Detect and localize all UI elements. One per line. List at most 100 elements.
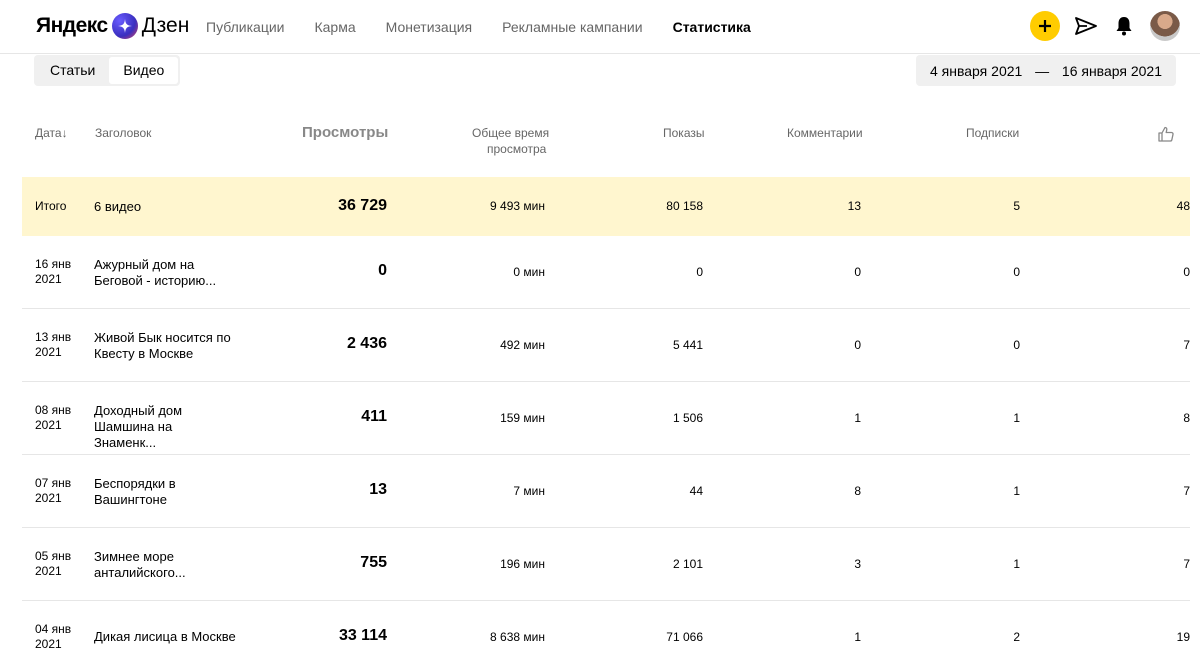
bell-icon [1116,17,1132,36]
row-shows: 0 [696,265,703,279]
row-watch-time: 159 мин [500,411,545,425]
row-date-year: 2021 [35,564,62,578]
row-date-day: 07 янв [35,476,72,490]
row-title[interactable]: Ажурный дом на Беговой - историю... [94,257,234,289]
total-likes: 48 [1176,199,1190,213]
total-title: 6 видео [94,199,142,214]
nav-ad-campaigns[interactable]: Рекламные кампании [502,19,642,35]
total-comments: 13 [847,199,861,213]
row-shows: 1 506 [672,411,703,425]
row-date-day: 05 янв [35,549,72,563]
row-views: 2 436 [346,335,387,352]
row-watch-time: 492 мин [500,338,545,352]
row-title-line2: Квесту в Москве [94,346,194,361]
row-subscriptions: 1 [1013,557,1020,571]
row-likes: 7 [1183,484,1190,498]
row-date-year: 2021 [35,491,62,505]
table-row[interactable]: 08 янв 2021 Доходный дом Шамшина на Знамен… [22,382,1190,455]
row-title[interactable]: Доходный дом Шамшина на Знаменк... [94,403,234,451]
column-header-subscriptions[interactable]: Подписки [966,126,1019,140]
table-row[interactable]: 05 янв 2021 Зимнее море анталийского... 75… [22,528,1190,601]
logo[interactable]: Яндекс Дзен [36,12,189,40]
row-title-line1: Доходный дом [94,403,183,418]
row-comments: 3 [854,557,861,571]
column-header-shows[interactable]: Показы [663,126,704,140]
column-header-views[interactable]: Просмотры [302,124,388,141]
row-views: 13 [369,481,387,498]
table-row[interactable]: 13 янв 2021 Живой Бык носится по Квесту в … [22,309,1190,382]
nav-publications[interactable]: Публикации [206,19,284,35]
row-date: 13 янв 2021 [35,330,71,360]
row-title[interactable]: Зимнее море анталийского... [94,549,234,581]
row-date-year: 2021 [35,637,62,651]
row-title-line1: Ажурный дом на [94,257,195,272]
row-subscriptions: 2 [1013,630,1020,644]
row-likes: 0 [1183,265,1190,279]
notifications-button[interactable] [1112,14,1136,38]
table-header: Дата↓ Заголовок Просмотры Общее время пр… [0,118,1200,168]
logo-zen-text: Дзен [141,14,190,37]
toggle-articles[interactable]: Статьи [36,57,109,84]
nav-monetization[interactable]: Монетизация [386,19,473,35]
column-header-title[interactable]: Заголовок [95,126,151,140]
row-shows: 44 [689,484,703,498]
row-watch-time: 0 мин [513,265,545,279]
row-title[interactable]: Дикая лисица в Москве [94,629,294,645]
add-publication-button[interactable] [1030,11,1060,41]
avatar[interactable] [1150,11,1180,41]
toggle-video[interactable]: Видео [109,57,179,84]
row-title[interactable]: Живой Бык носится по Квесту в Москве [94,330,234,362]
nav-statistics[interactable]: Статистика [673,19,751,35]
total-subscriptions: 5 [1013,199,1020,213]
date-range-picker[interactable]: 4 января 2021 — 16 января 2021 [916,55,1176,86]
row-date: 05 янв 2021 [35,549,71,579]
row-likes: 8 [1183,411,1190,425]
thumbs-up-icon [1158,126,1174,142]
row-date-year: 2021 [35,418,62,432]
logo-yandex-text: Яндекс [36,14,108,37]
row-title-line1: Зимнее море [94,549,174,564]
row-views: 755 [360,554,387,571]
date-to[interactable]: 16 января 2021 [1062,63,1162,79]
row-title-line1: Живой Бык носится по [94,330,231,345]
row-watch-time: 8 638 мин [490,630,545,644]
row-comments: 0 [854,338,861,352]
row-date: 08 янв 2021 [35,403,71,433]
row-views: 33 114 [338,627,387,644]
column-header-time-line2[interactable]: просмотра [487,142,546,156]
column-header-likes[interactable] [1158,126,1174,145]
column-header-time-line1[interactable]: Общее время [472,126,549,140]
send-button[interactable] [1074,14,1098,38]
row-watch-time: 7 мин [513,484,545,498]
table-row[interactable]: 04 янв 2021 Дикая лисица в Москве 33 114 … [22,601,1190,657]
row-likes: 19 [1176,630,1190,644]
row-date-year: 2021 [35,272,62,286]
column-header-comments[interactable]: Комментарии [787,126,863,140]
row-title-line2: анталийского... [94,565,186,580]
main-nav: Публикации Карма Монетизация Рекламные к… [206,19,781,35]
row-date: 16 янв 2021 [35,257,71,287]
row-watch-time: 196 мин [500,557,545,571]
row-date-year: 2021 [35,345,62,359]
row-likes: 7 [1183,338,1190,352]
table-row[interactable]: 07 янв 2021 Беспорядки в Вашингтоне 13 7 м… [22,455,1190,528]
row-comments: 1 [854,411,861,425]
row-shows: 2 101 [672,557,703,571]
top-header: Яндекс Дзен Публикации Карма Монетизация… [0,0,1200,54]
row-subscriptions: 1 [1013,484,1020,498]
row-shows: 5 441 [672,338,703,352]
row-comments: 1 [854,630,861,644]
row-title[interactable]: Беспорядки в Вашингтоне [94,476,234,508]
date-from[interactable]: 4 января 2021 [930,63,1022,79]
row-subscriptions: 1 [1013,411,1020,425]
row-title-line2: Шамшина на Знаменк... [94,419,173,450]
row-comments: 8 [854,484,861,498]
row-title-line2: Вашингтоне [94,492,167,507]
header-actions [1030,11,1180,41]
nav-karma[interactable]: Карма [314,19,355,35]
column-header-date[interactable]: Дата↓ [35,126,68,140]
table-row[interactable]: 16 янв 2021 Ажурный дом на Беговой - истор… [22,236,1190,309]
row-title-line2: Беговой - историю... [94,273,217,288]
total-shows: 80 158 [666,199,703,213]
row-title-line1: Дикая лисица в Москве [94,629,236,644]
